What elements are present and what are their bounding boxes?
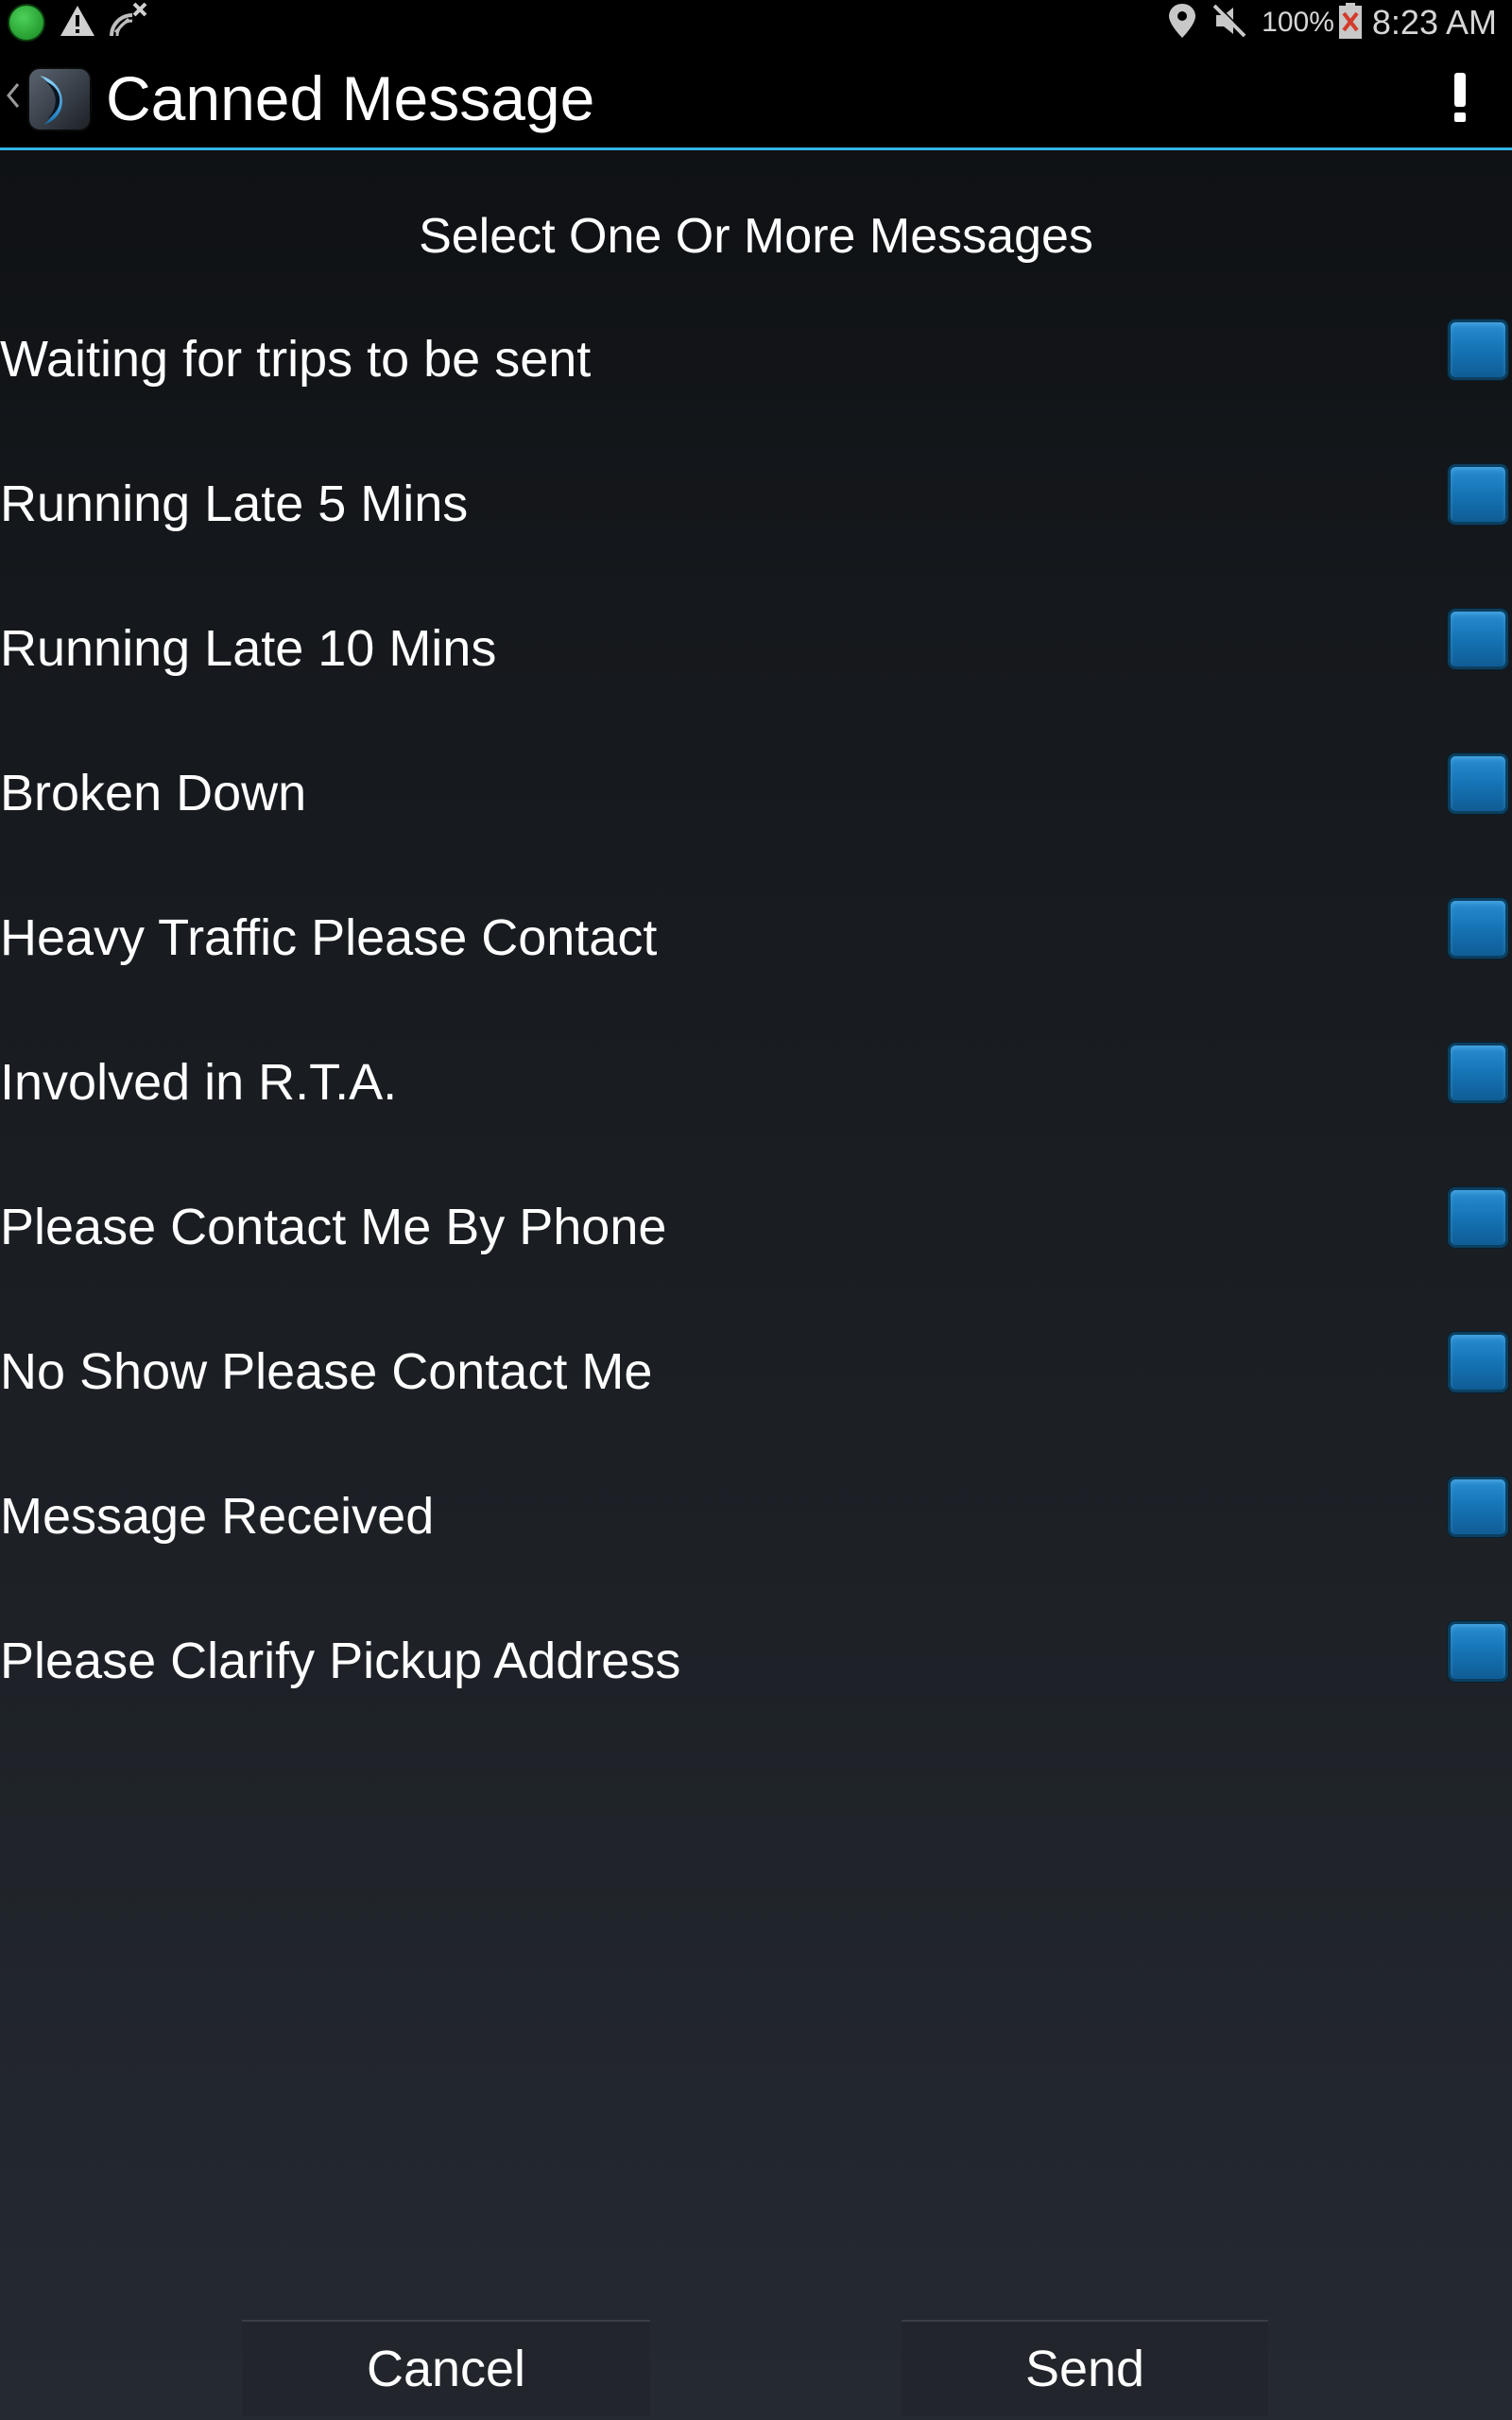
message-item[interactable]: Running Late 5 Mins	[0, 434, 1512, 579]
message-item[interactable]: Heavy Traffic Please Contact	[0, 868, 1512, 1012]
alert-exclamation-icon	[1451, 71, 1469, 128]
button-bar: Cancel Send	[0, 2316, 1512, 2420]
message-label: Running Late 5 Mins	[0, 475, 469, 532]
message-item[interactable]: Waiting for trips to be sent	[0, 289, 1512, 434]
message-label: Broken Down	[0, 765, 307, 821]
message-label: Heavy Traffic Please Contact	[0, 909, 658, 966]
send-button[interactable]: Send	[902, 2320, 1268, 2416]
message-list: Waiting for trips to be sent Running Lat…	[0, 289, 1512, 1736]
cancel-button[interactable]: Cancel	[242, 2320, 650, 2416]
warning-icon	[59, 4, 96, 42]
message-item[interactable]: Broken Down	[0, 723, 1512, 868]
message-checkbox[interactable]	[1448, 898, 1508, 959]
alert-button[interactable]	[1427, 66, 1493, 132]
status-right-icons: 100% 8:23 AM	[1167, 0, 1497, 45]
message-item[interactable]: Please Clarify Pickup Address	[0, 1591, 1512, 1736]
message-label: Please Contact Me By Phone	[0, 1199, 667, 1255]
app-logo-icon[interactable]	[26, 66, 93, 132]
status-bar: 100% 8:23 AM	[0, 0, 1512, 45]
message-checkbox[interactable]	[1448, 1043, 1508, 1103]
message-label: Please Clarify Pickup Address	[0, 1633, 681, 1689]
battery-icon	[1338, 2, 1363, 43]
message-item[interactable]: Running Late 10 Mins	[0, 579, 1512, 723]
message-item[interactable]: Involved in R.T.A.	[0, 1012, 1512, 1157]
mute-icon	[1211, 2, 1248, 43]
message-checkbox[interactable]	[1448, 609, 1508, 669]
message-checkbox[interactable]	[1448, 320, 1508, 380]
clock: 8:23 AM	[1371, 3, 1497, 42]
message-checkbox[interactable]	[1448, 1621, 1508, 1682]
message-checkbox[interactable]	[1448, 1477, 1508, 1537]
green-dot-icon	[8, 4, 45, 42]
message-label: Involved in R.T.A.	[0, 1054, 398, 1111]
message-label: Running Late 10 Mins	[0, 620, 497, 677]
message-label: No Show Please Contact Me	[0, 1343, 653, 1400]
message-item[interactable]: Please Contact Me By Phone	[0, 1157, 1512, 1302]
message-checkbox[interactable]	[1448, 753, 1508, 814]
message-checkbox[interactable]	[1448, 464, 1508, 525]
satellite-off-icon	[106, 2, 149, 43]
list-heading: Select One Or More Messages	[419, 209, 1093, 264]
message-label: Waiting for trips to be sent	[0, 331, 592, 388]
status-left-icons	[8, 2, 149, 43]
message-checkbox[interactable]	[1448, 1332, 1508, 1392]
action-bar: Canned Message	[0, 45, 1512, 150]
message-item[interactable]: No Show Please Contact Me	[0, 1302, 1512, 1446]
battery-percent: 100%	[1262, 7, 1334, 38]
up-chevron-icon[interactable]	[6, 81, 21, 110]
message-item[interactable]: Message Received	[0, 1446, 1512, 1591]
message-checkbox[interactable]	[1448, 1187, 1508, 1248]
message-label: Message Received	[0, 1488, 435, 1545]
location-icon	[1167, 2, 1197, 43]
page-title: Canned Message	[106, 63, 595, 133]
